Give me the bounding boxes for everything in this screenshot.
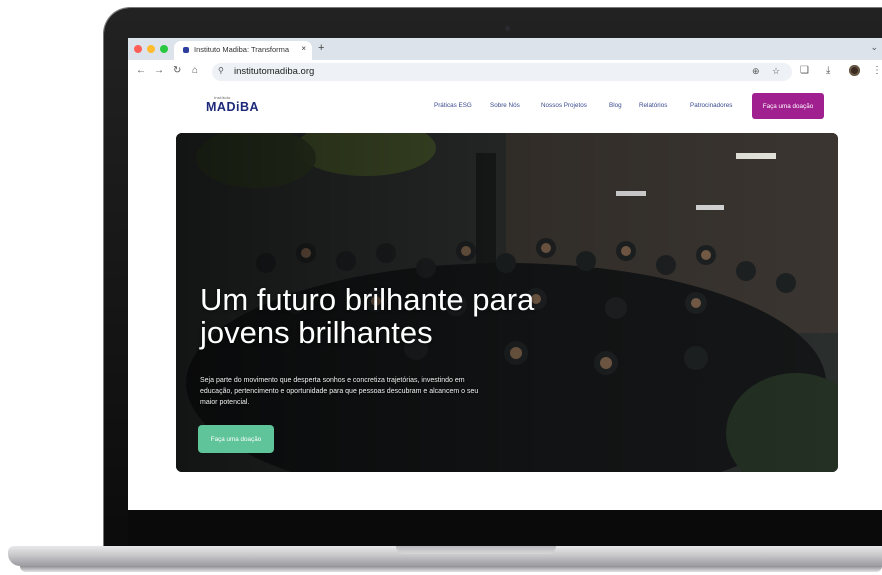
donate-button[interactable]: Faça uma doação (752, 93, 824, 119)
nav-link-praticas-esg[interactable]: Práticas ESG (434, 102, 472, 109)
window-minimize-button[interactable] (147, 45, 155, 53)
bookmark-star-icon[interactable]: ☆ (772, 66, 780, 77)
home-icon[interactable]: ⌂ (192, 65, 198, 76)
laptop-bezel-bottom (128, 510, 882, 546)
zoom-icon[interactable]: ⊕ (752, 66, 760, 77)
favicon-icon (183, 47, 189, 53)
hero-subtitle: Seja parte do movimento que desperta son… (200, 377, 479, 406)
tab-close-icon[interactable]: × (301, 44, 306, 53)
site-info-icon[interactable]: ⚲ (218, 66, 224, 75)
nav-link-patrocinadores[interactable]: Patrocinadores (690, 102, 732, 109)
window-zoom-button[interactable] (160, 45, 168, 53)
profile-icon[interactable] (849, 65, 860, 76)
tab-title: Instituto Madiba: Transforma (194, 45, 290, 54)
laptop-notch (396, 546, 556, 554)
window-close-button[interactable] (134, 45, 142, 53)
hero-headline: Um futuro brilhante para jovens brilhant… (200, 282, 535, 350)
browser-tab[interactable]: Instituto Madiba: Transforma × (174, 41, 312, 60)
nav-link-nossos-projetos[interactable]: Nossos Projetos (541, 102, 587, 109)
browser-tab-strip: Instituto Madiba: Transforma × + ⌄ (128, 38, 882, 60)
nav-link-relatorios[interactable]: Relatórios (639, 102, 667, 109)
forward-icon[interactable]: → (154, 65, 164, 76)
nav-link-blog[interactable]: Blog (609, 102, 622, 109)
laptop-screen: Instituto Madiba: Transforma × + ⌄ ← → ↻… (128, 38, 882, 510)
hero-donate-button[interactable]: Faça uma doação (198, 425, 274, 453)
back-icon[interactable]: ← (136, 65, 146, 76)
site-logo[interactable]: MADiBA (206, 100, 259, 114)
browser-toolbar: ← → ↻ ⌂ ⚲ institutomadiba.org ⊕ ☆ ❏ ⤓ ⋮ (128, 60, 882, 85)
menu-icon[interactable]: ⋮ (872, 65, 882, 76)
webcam (505, 26, 510, 31)
address-bar[interactable]: ⚲ institutomadiba.org ⊕ ☆ (212, 63, 792, 81)
reload-icon[interactable]: ↻ (173, 65, 181, 76)
url-text[interactable]: institutomadiba.org (234, 66, 314, 77)
site-header: Instituto MADiBA Práticas ESG Sobre Nós … (128, 84, 882, 128)
nav-link-sobre-nos[interactable]: Sobre Nós (490, 102, 520, 109)
new-tab-icon[interactable]: + (318, 42, 324, 54)
download-icon[interactable]: ⤓ (826, 65, 830, 76)
hero-banner: Um futuro brilhante para jovens brilhant… (176, 133, 838, 472)
laptop-base-shadow (20, 566, 882, 572)
tab-search-icon[interactable]: ⌄ (870, 42, 878, 53)
extensions-icon[interactable]: ❏ (800, 65, 809, 76)
